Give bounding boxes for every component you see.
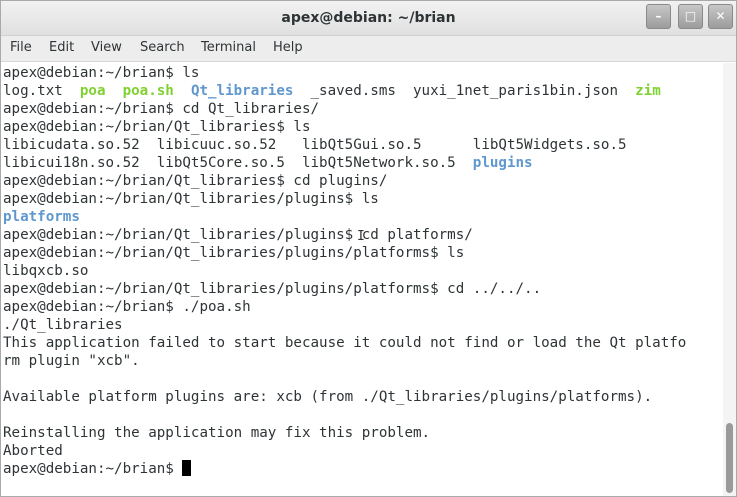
menu-help[interactable]: Help [273, 40, 303, 55]
menu-file[interactable]: File [10, 40, 32, 55]
terminal-text: libicudata.so.52 libicuuc.so.52 libQt5Gu… [3, 137, 627, 153]
executable-name: poa.sh [122, 83, 174, 99]
vertical-scrollbar[interactable] [723, 63, 736, 496]
menu-view[interactable]: View [91, 40, 122, 55]
terminal-line: log.txt poa poa.sh Qt_libraries _saved.s… [3, 82, 686, 100]
menu-terminal[interactable]: Terminal [201, 40, 256, 55]
terminal-text: apex@debian:~/brian/Qt_libraries$ cd plu… [3, 173, 388, 189]
terminal-window: apex@debian: ~/brian – □ ✕ File Edit Vie… [0, 0, 737, 497]
directory-name: platforms [3, 209, 80, 225]
terminal-text: _saved.sms yuxi_1net_paris1bin.json [293, 83, 636, 99]
terminal-text: apex@debian:~/brian/Qt_libraries/plugins… [3, 227, 473, 243]
terminal-text: ./Qt_libraries [3, 317, 123, 333]
terminal-text: apex@debian:~/brian/Qt_libraries/plugins… [3, 245, 465, 261]
minimize-icon: – [655, 9, 662, 23]
terminal-text: log.txt [3, 83, 80, 99]
terminal-line: This application failed to start because… [3, 334, 686, 352]
terminal-text: apex@debian:~/brian/Qt_libraries/plugins… [3, 281, 542, 297]
terminal-line: ./Qt_libraries [3, 316, 686, 334]
terminal-line: apex@debian:~/brian$ cd Qt_libraries/ [3, 100, 686, 118]
scrollbar-thumb[interactable] [726, 423, 733, 493]
minimize-button[interactable]: – [646, 4, 671, 29]
terminal-line: apex@debian:~/brian/Qt_libraries/plugins… [3, 190, 686, 208]
terminal-line: apex@debian:~/brian/Qt_libraries/plugins… [3, 244, 686, 262]
terminal-line: apex@debian:~/brian$ [3, 460, 686, 478]
menu-edit[interactable]: Edit [49, 40, 74, 55]
terminal-line: apex@debian:~/brian/Qt_libraries$ cd plu… [3, 172, 686, 190]
terminal-text: Reinstalling the application may fix thi… [3, 425, 431, 441]
terminal-text: Aborted [3, 443, 63, 459]
terminal-line: rm plugin "xcb". [3, 352, 686, 370]
terminal-text: apex@debian:~/brian/Qt_libraries$ ls [3, 119, 311, 135]
menu-search[interactable]: Search [140, 40, 185, 55]
terminal-lines: apex@debian:~/brian$ ls log.txt poa poa.s… [3, 64, 686, 478]
terminal-text: rm plugin "xcb". [3, 353, 140, 369]
terminal-line: Available platform plugins are: xcb (fro… [3, 388, 686, 406]
menu-bar: File Edit View Search Terminal Help [1, 36, 736, 62]
directory-name: Qt_libraries [190, 83, 294, 99]
terminal-line: libicui18n.so.52 libQt5Core.so.5 libQt5N… [3, 154, 686, 172]
close-button[interactable]: ✕ [708, 4, 733, 29]
terminal-text: apex@debian:~/brian$ [3, 461, 183, 477]
title-bar[interactable]: apex@debian: ~/brian – □ ✕ [1, 1, 736, 36]
terminal-line: Reinstalling the application may fix thi… [3, 424, 686, 442]
terminal-text: apex@debian:~/brian/Qt_libraries/plugins… [3, 191, 379, 207]
terminal-line: apex@debian:~/brian$ ls [3, 64, 686, 82]
terminal-text: libqxcb.so [3, 263, 89, 279]
terminal-text: libicui18n.so.52 libQt5Core.so.5 libQt5N… [3, 155, 473, 171]
terminal-line: Aborted [3, 442, 686, 460]
terminal-text: apex@debian:~/brian$ cd Qt_libraries/ [3, 101, 320, 117]
terminal-output[interactable]: apex@debian:~/brian$ ls log.txt poa poa.s… [1, 63, 723, 496]
maximize-icon: □ [684, 9, 697, 23]
terminal-cursor [182, 460, 192, 476]
directory-name: plugins [472, 155, 533, 171]
close-icon: ✕ [715, 9, 726, 23]
window-title: apex@debian: ~/brian [281, 10, 456, 26]
terminal-text: apex@debian:~/brian$ ./poa.sh [3, 299, 251, 315]
terminal-line: apex@debian:~/brian/Qt_libraries/plugins… [3, 280, 686, 298]
terminal-line: libqxcb.so [3, 262, 686, 280]
terminal-text: Available platform plugins are: xcb (fro… [3, 389, 653, 405]
executable-name: poa [79, 83, 106, 99]
terminal-line: platforms [3, 208, 686, 226]
text-cursor-icon: I [357, 229, 365, 244]
terminal-line: apex@debian:~/brian$ ./poa.sh [3, 298, 686, 316]
terminal-text: apex@debian:~/brian$ ls [3, 65, 200, 81]
maximize-button[interactable]: □ [678, 4, 703, 29]
terminal-text: This application failed to start because… [3, 335, 687, 351]
executable-name: zim [635, 83, 661, 99]
terminal-line: libicudata.so.52 libicuuc.so.52 libQt5Gu… [3, 136, 686, 154]
terminal-line: apex@debian:~/brian/Qt_libraries$ ls [3, 118, 686, 136]
terminal-line: apex@debian:~/brian/Qt_libraries/plugins… [3, 226, 686, 244]
